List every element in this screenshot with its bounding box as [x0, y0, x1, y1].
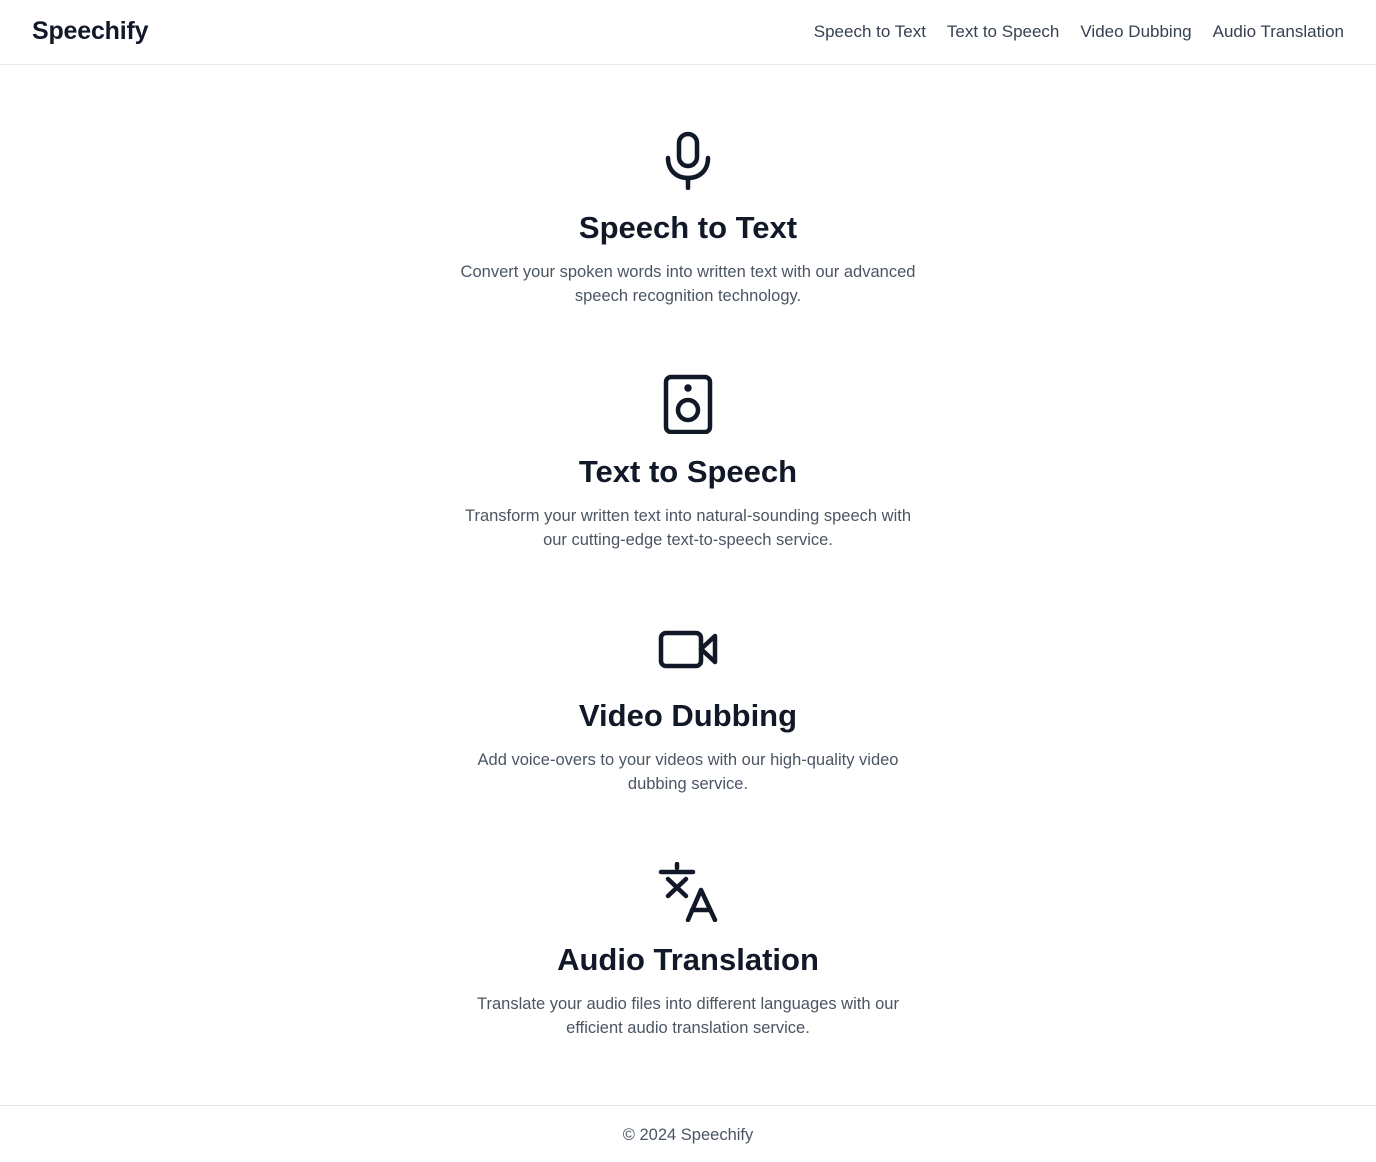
- nav-link-speech-to-text[interactable]: Speech to Text: [814, 20, 926, 44]
- feature-description: Add voice-overs to your videos with our …: [477, 751, 899, 793]
- feature-title: Video Dubbing: [578, 698, 798, 733]
- nav-link-video-dubbing[interactable]: Video Dubbing: [1080, 20, 1191, 44]
- feature-title: Speech to Text: [578, 210, 798, 245]
- feature-title: Text to Speech: [578, 454, 798, 489]
- copyright-text: © 2024 Speechify: [622, 1126, 754, 1144]
- main-nav: Speech to Text Text to Speech Video Dubb…: [814, 20, 1344, 44]
- feature-description: Transform your written text into natural…: [464, 507, 911, 549]
- video-camera-icon: [658, 618, 718, 678]
- site-footer: © 2024 Speechify: [0, 1105, 1376, 1162]
- feature-description: Convert your spoken words into written t…: [460, 263, 916, 305]
- feature-title: Audio Translation: [557, 942, 819, 977]
- nav-link-text-to-speech[interactable]: Text to Speech: [947, 20, 1059, 44]
- site-header: Speechify Speech to Text Text to Speech …: [0, 0, 1376, 65]
- brand-logo[interactable]: Speechify: [32, 15, 149, 47]
- nav-link-audio-translation[interactable]: Audio Translation: [1213, 20, 1344, 44]
- language-icon: [658, 862, 718, 922]
- feature-description: Translate your audio files into differen…: [477, 995, 899, 1037]
- speaker-icon: [658, 374, 718, 434]
- microphone-icon: [658, 130, 718, 190]
